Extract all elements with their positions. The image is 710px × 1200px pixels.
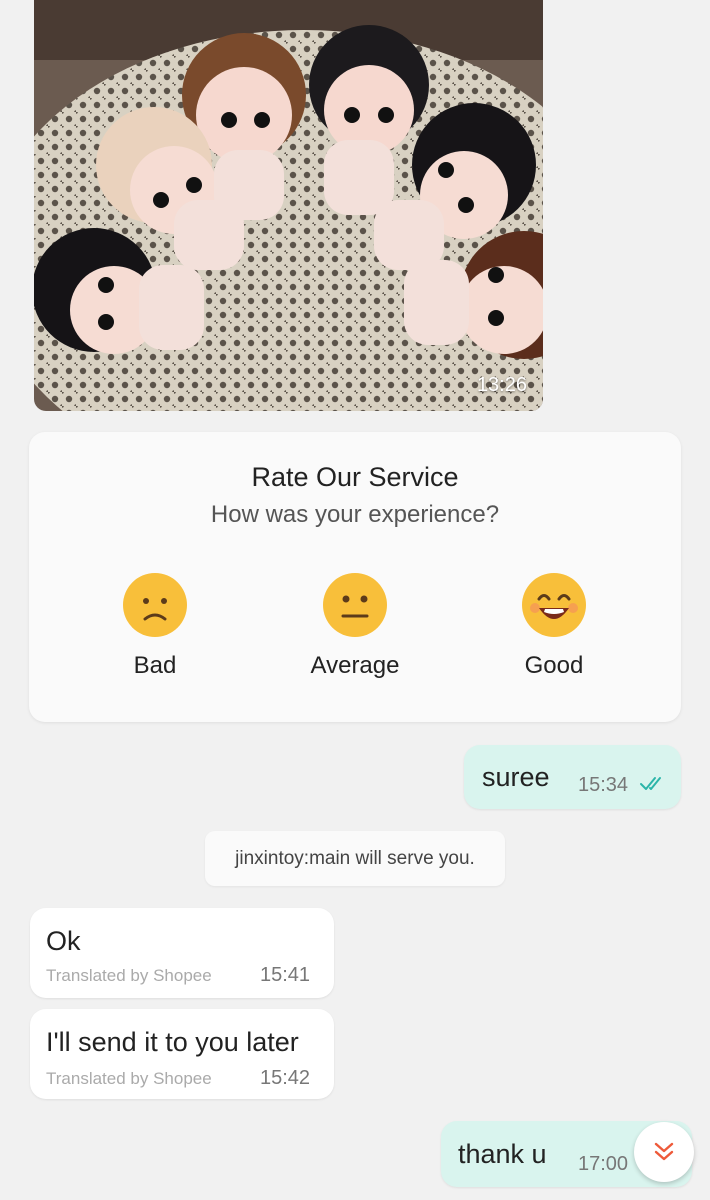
translated-by-label: Translated by Shopee — [46, 966, 212, 985]
rate-good-label: Good — [524, 652, 584, 679]
system-note: jinxintoy:main will serve you. — [205, 831, 505, 886]
message-time: 13:26 — [476, 374, 527, 396]
rate-bad-label: Bad — [133, 652, 177, 679]
rate-average-label: Average — [310, 652, 400, 679]
message-text: thank u — [458, 1139, 547, 1169]
double-chevron-down-icon — [654, 1142, 674, 1161]
plush-dolls-photo[interactable] — [34, 0, 543, 411]
message-time: 15:41 — [260, 964, 311, 986]
neutral-face-icon — [323, 573, 387, 637]
message-bubble-incoming[interactable]: I'll send it to you later Translated by … — [30, 1009, 334, 1099]
message-text: suree — [482, 762, 550, 792]
message-text: I'll send it to you later — [46, 1027, 299, 1057]
message-text: Ok — [46, 926, 81, 956]
message-time: 15:42 — [260, 1067, 311, 1089]
rate-bad-button[interactable]: Bad — [85, 572, 225, 680]
rate-subtitle: How was your experience? — [210, 501, 500, 528]
rate-service-card: Rate Our Service How was your experience… — [29, 432, 681, 722]
happy-face-icon — [522, 573, 586, 637]
rate-title: Rate Our Service — [251, 462, 459, 492]
photo-message[interactable]: 13:26 — [34, 0, 543, 411]
message-bubble-incoming[interactable]: Ok Translated by Shopee 15:41 — [30, 908, 334, 998]
rate-good-button[interactable]: Good — [484, 572, 624, 680]
translated-by-label: Translated by Shopee — [46, 1069, 212, 1088]
sad-face-icon — [123, 573, 187, 637]
message-time: 17:00 — [578, 1153, 629, 1175]
message-time: 15:34 — [578, 774, 629, 796]
message-bubble-outgoing[interactable]: suree 15:34 — [464, 745, 681, 809]
read-double-check-icon — [640, 777, 661, 790]
scroll-to-bottom-button[interactable] — [634, 1122, 694, 1182]
rate-average-button[interactable]: Average — [285, 572, 425, 680]
